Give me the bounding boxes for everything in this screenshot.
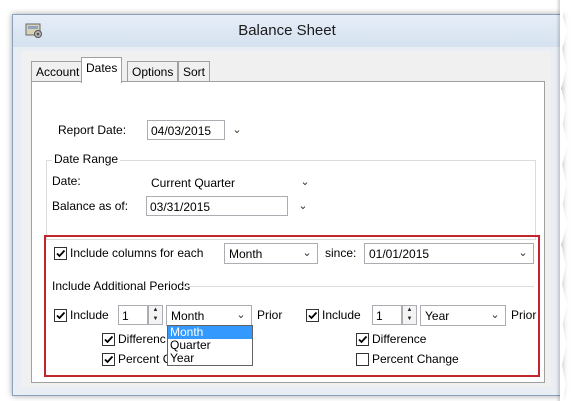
report-date-label: Report Date: bbox=[58, 123, 127, 137]
balance-as-of-label: Balance as of: bbox=[52, 199, 129, 213]
balance-sheet-window: Balance Sheet Account Dates Options Sort… bbox=[12, 14, 562, 396]
report-date-dropdown-button[interactable]: ⌄ bbox=[228, 120, 246, 140]
tab-sort[interactable]: Sort bbox=[178, 61, 211, 82]
date-range-combo[interactable]: Current Quarter ⌄ bbox=[146, 172, 316, 193]
dialog-body: Account Dates Options Sort Report Date: … bbox=[21, 51, 551, 387]
date-range-value: Current Quarter bbox=[151, 176, 236, 190]
title-bar: Balance Sheet bbox=[13, 15, 561, 47]
chevron-down-icon: ⌄ bbox=[298, 200, 308, 212]
chevron-down-icon: ⌄ bbox=[232, 124, 242, 136]
highlight-box bbox=[44, 235, 540, 377]
tab-account[interactable]: Account bbox=[31, 61, 85, 82]
tab-dates[interactable]: Dates bbox=[81, 57, 123, 83]
balance-date-dropdown-button[interactable]: ⌄ bbox=[294, 196, 312, 216]
tab-options[interactable]: Options bbox=[127, 61, 179, 82]
dates-tab-panel: Report Date: 04/03/2015 ⌄ Date Range Dat… bbox=[31, 81, 545, 383]
window-title: Balance Sheet bbox=[238, 22, 336, 39]
report-date-field[interactable]: 04/03/2015 bbox=[147, 120, 225, 140]
dropdown-option-year[interactable]: Year bbox=[168, 352, 252, 365]
balance-as-of-field[interactable]: 03/31/2015 bbox=[146, 196, 288, 216]
torn-edge bbox=[560, 0, 568, 401]
chevron-down-icon: ⌄ bbox=[300, 176, 310, 188]
date-label: Date: bbox=[52, 174, 81, 188]
date-range-title: Date Range bbox=[52, 152, 121, 166]
period-dropdown-list[interactable]: Month Quarter Year bbox=[167, 325, 253, 366]
